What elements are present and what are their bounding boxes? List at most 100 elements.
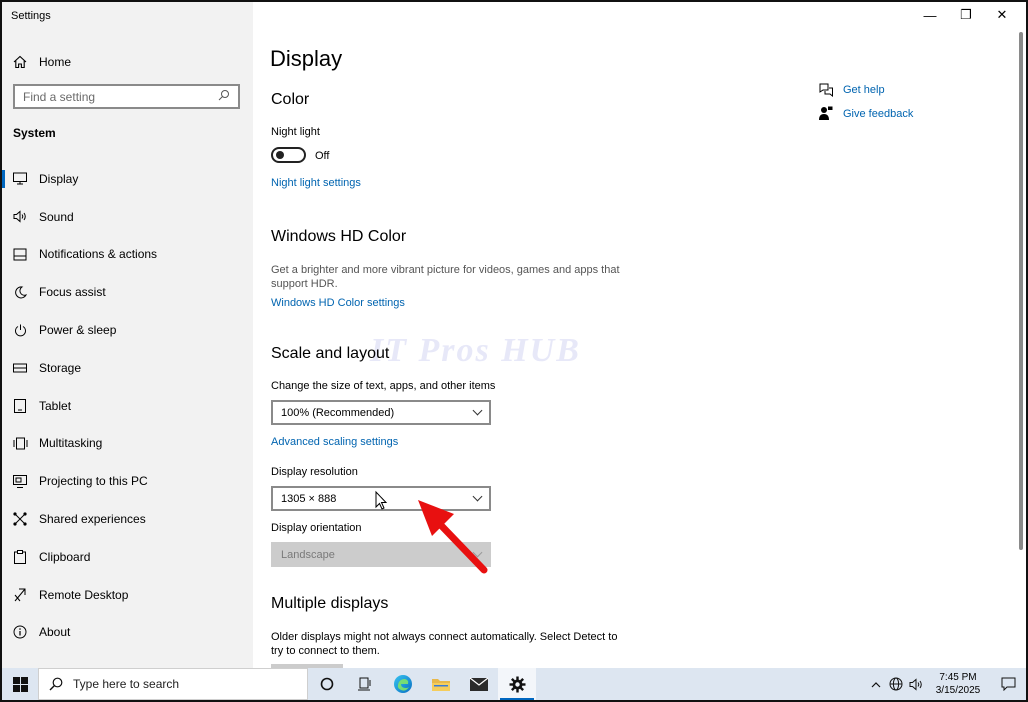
taskbar: Type here to search 7:45 PM 3/15/2025 [2,668,1026,700]
give-feedback-label: Give feedback [843,107,914,120]
cortana-circle-icon [320,677,334,691]
orientation-dropdown-value: Landscape [281,548,335,561]
task-view-button[interactable] [346,668,384,700]
find-setting-search[interactable] [13,84,240,109]
power-icon [12,322,28,338]
window-controls: — ❐ ✕ [912,2,1020,28]
multiple-displays-description: Older displays might not always connect … [271,631,618,657]
help-chat-icon [817,82,835,97]
vertical-scrollbar[interactable] [1019,32,1023,550]
chevron-down-icon [472,491,483,502]
mail-button[interactable] [460,668,498,700]
edge-icon [394,675,412,693]
find-setting-input[interactable] [23,89,218,104]
give-feedback-link[interactable]: Give feedback [817,106,913,121]
app-title: Settings [11,10,51,22]
sidebar-item-storage[interactable]: Storage [2,349,253,387]
hd-color-heading: Windows HD Color [271,228,407,245]
volume-icon [909,677,922,691]
edge-browser-button[interactable] [384,668,422,700]
sidebar-item-multitasking[interactable]: Multitasking [2,425,253,463]
chevron-down-icon [472,405,483,416]
chevron-up-icon [871,681,881,687]
sidebar-item-label: Notifications & actions [39,247,158,262]
get-help-link[interactable]: Get help [817,82,885,97]
cortana-button[interactable] [308,668,346,700]
sidebar-item-notifications[interactable]: Notifications & actions [2,236,253,274]
search-icon[interactable] [218,88,230,106]
sidebar-item-label: Remote Desktop [39,587,129,602]
sidebar-item-power-sleep[interactable]: Power & sleep [2,311,253,349]
sidebar-item-label: Focus assist [39,285,106,300]
start-button[interactable] [2,668,38,700]
info-icon [12,624,28,640]
orientation-dropdown: Landscape [271,542,491,567]
sidebar-item-label: Storage [39,360,82,375]
sidebar: Settings Home System Display Sound Notif… [2,2,253,668]
shared-icon [12,511,28,527]
minimize-button[interactable]: — [912,2,948,28]
action-center-button[interactable] [990,677,1026,691]
sidebar-item-sound[interactable]: Sound [2,198,253,236]
night-light-settings-link[interactable]: Night light settings [271,177,361,189]
section-label-system: System [13,126,56,140]
hd-color-settings-link[interactable]: Windows HD Color settings [271,297,405,309]
taskbar-search-placeholder: Type here to search [73,677,180,691]
home-label: Home [39,55,72,69]
taskbar-search-box[interactable]: Type here to search [38,668,308,700]
monitor-icon [12,171,28,187]
settings-taskbar-button[interactable] [498,668,536,700]
orientation-label: Display orientation [271,522,362,534]
sidebar-item-label: Sound [39,209,74,224]
show-hidden-icons-button[interactable] [866,681,886,688]
sidebar-item-label: Projecting to this PC [39,474,148,489]
night-light-toggle[interactable] [271,147,306,163]
hd-color-description: Get a brighter and more vibrant picture … [271,264,620,290]
sidebar-item-focus-assist[interactable]: Focus assist [2,273,253,311]
advanced-scaling-link[interactable]: Advanced scaling settings [271,436,398,448]
sidebar-item-remote-desktop[interactable]: Remote Desktop [2,576,253,614]
sidebar-item-display[interactable]: Display [2,160,253,198]
multiple-displays-heading: Multiple displays [271,595,389,612]
home-nav-item[interactable]: Home [12,52,71,72]
remote-desktop-icon [12,587,28,603]
system-tray: 7:45 PM 3/15/2025 [866,668,1026,700]
sidebar-item-shared-experiences[interactable]: Shared experiences [2,500,253,538]
feedback-person-icon [817,106,835,121]
resolution-dropdown[interactable]: 1305 × 888 [271,486,491,511]
network-button[interactable] [886,677,906,691]
volume-button[interactable] [906,677,926,691]
home-icon [12,55,28,69]
mail-icon [469,677,489,691]
sidebar-item-clipboard[interactable]: Clipboard [2,538,253,576]
search-icon [49,677,63,691]
sidebar-item-label: Power & sleep [39,323,117,338]
projecting-icon [12,473,28,489]
moon-icon [12,284,28,300]
sidebar-item-label: About [39,625,71,640]
resolution-dropdown-value: 1305 × 888 [281,492,337,505]
file-explorer-button[interactable] [422,668,460,700]
night-light-label: Night light [271,126,320,138]
close-button[interactable]: ✕ [984,2,1020,28]
restore-button[interactable]: ❐ [948,2,984,28]
sidebar-item-about[interactable]: About [2,614,253,652]
sidebar-item-tablet[interactable]: Tablet [2,387,253,425]
storage-icon [12,360,28,376]
clock[interactable]: 7:45 PM 3/15/2025 [932,671,984,697]
notification-icon [12,246,28,262]
clock-time: 7:45 PM [939,672,977,683]
scale-dropdown[interactable]: 100% (Recommended) [271,400,491,425]
clipboard-icon [12,549,28,565]
action-center-icon [1001,677,1015,691]
sidebar-item-label: Shared experiences [39,512,146,527]
tablet-icon [12,398,28,414]
sidebar-item-projecting[interactable]: Projecting to this PC [2,462,253,500]
watermark: IT Pros HUB [370,332,581,369]
scale-dropdown-value: 100% (Recommended) [281,406,395,419]
speaker-icon [12,209,28,225]
sidebar-item-label: Tablet [39,398,72,413]
globe-icon [889,677,903,691]
multitasking-icon [12,435,28,451]
color-heading: Color [271,91,310,108]
